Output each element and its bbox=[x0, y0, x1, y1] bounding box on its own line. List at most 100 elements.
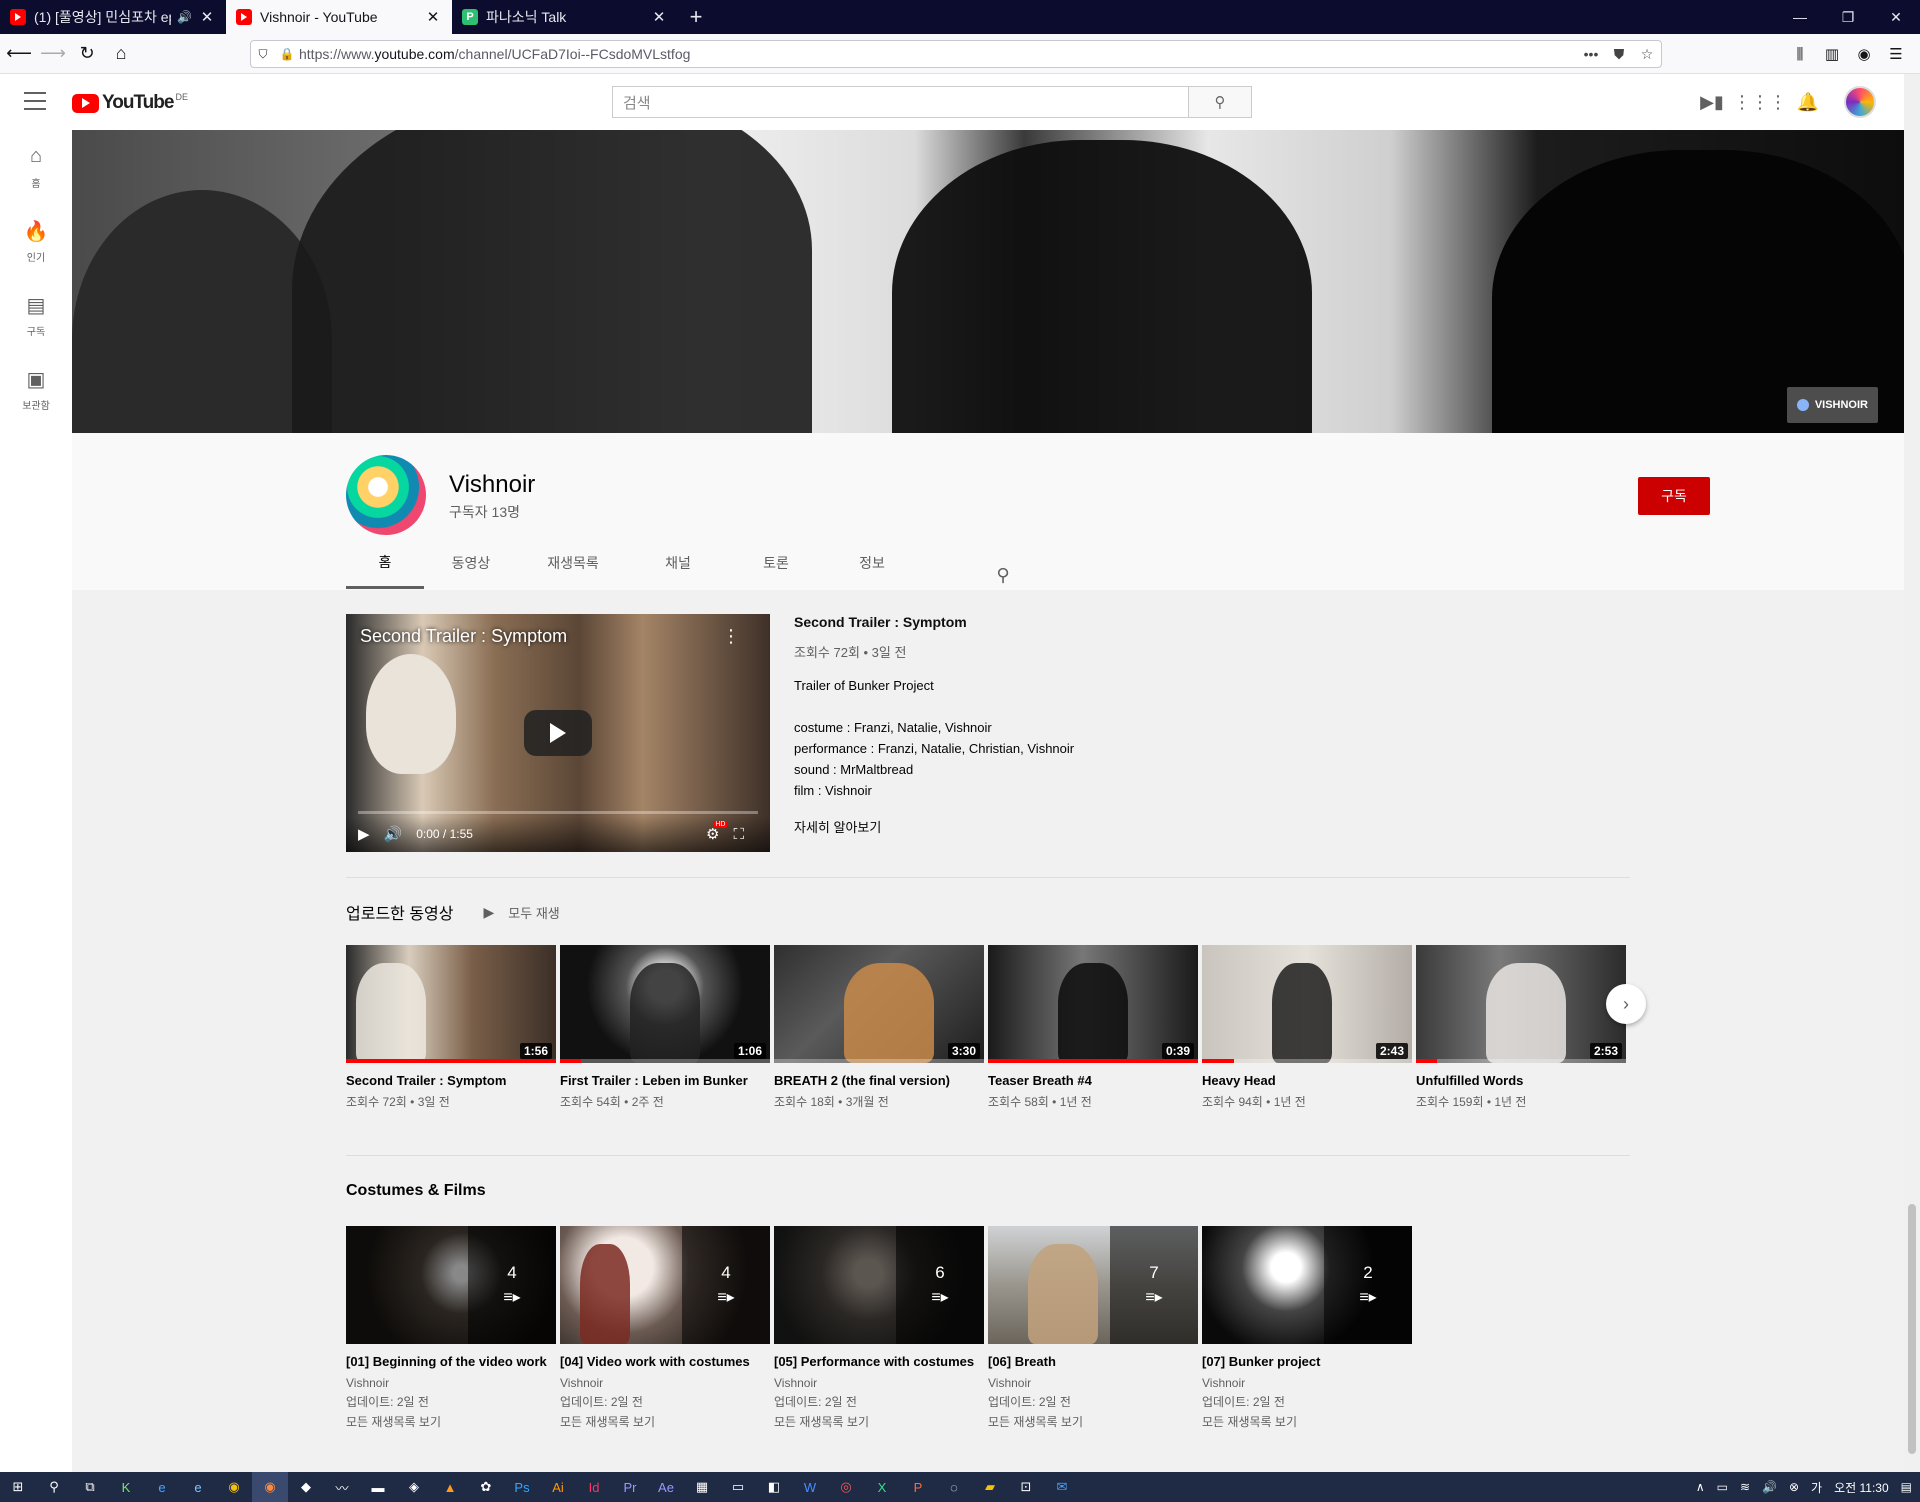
task-view-icon[interactable]: ⧉ bbox=[72, 1472, 108, 1502]
folder-icon[interactable]: ▬ bbox=[360, 1472, 396, 1502]
video-title[interactable]: Heavy Head bbox=[1202, 1073, 1412, 1089]
playlist-title[interactable]: [04] Video work with costumes bbox=[560, 1354, 770, 1370]
start-windows-icon[interactable]: ⊞ bbox=[0, 1472, 36, 1502]
back-icon[interactable]: ⟵ bbox=[4, 39, 34, 69]
notifications-icon[interactable]: ▤ bbox=[1901, 1480, 1912, 1494]
create-video-icon[interactable]: ▶︎▮ bbox=[1688, 86, 1736, 118]
app-icon[interactable]: 〰 bbox=[324, 1472, 360, 1502]
ie-icon[interactable]: e bbox=[180, 1472, 216, 1502]
word-icon[interactable]: W bbox=[792, 1472, 828, 1502]
video-card[interactable]: 1:56 Second Trailer : Symptom 조회수 72회 • … bbox=[346, 945, 556, 1110]
browser-tab-3[interactable]: P 파나소닉 Talk ✕ bbox=[452, 0, 678, 34]
playlist-thumbnail[interactable]: 6 ≡▸ bbox=[774, 1226, 984, 1344]
apps-icon[interactable]: ⋮⋮⋮ bbox=[1733, 86, 1787, 118]
calculator-icon[interactable]: ▦ bbox=[684, 1472, 720, 1502]
shelf-title-text[interactable]: Costumes & Films bbox=[346, 1182, 486, 1200]
chrome-icon[interactable]: ◉ bbox=[216, 1472, 252, 1502]
video-title[interactable]: Second Trailer : Symptom bbox=[346, 1073, 556, 1089]
clock[interactable]: 오전 11:30 bbox=[1834, 1479, 1889, 1496]
player-progress-bar[interactable] bbox=[358, 811, 758, 814]
settings-gear-icon[interactable]: ⚙ HD bbox=[706, 821, 728, 843]
file-explorer-icon[interactable]: ▰ bbox=[972, 1472, 1008, 1502]
video-title[interactable]: BREATH 2 (the final version) bbox=[774, 1073, 984, 1089]
app-icon[interactable]: ◆ bbox=[288, 1472, 324, 1502]
restore-icon[interactable]: ❐ bbox=[1824, 0, 1872, 34]
big-play-button[interactable] bbox=[524, 710, 592, 756]
guide-item-home[interactable]: ⌂ 홈 bbox=[0, 130, 72, 204]
guide-item-subscriptions[interactable]: ▤ 구독 bbox=[0, 278, 72, 352]
close-tab-icon[interactable]: ✕ bbox=[198, 8, 216, 26]
playlist-channel[interactable]: Vishnoir bbox=[988, 1376, 1198, 1390]
tab-home[interactable]: 홈 bbox=[346, 537, 424, 589]
video-thumbnail[interactable]: 2:43 bbox=[1202, 945, 1412, 1063]
view-full-playlist-link[interactable]: 모든 재생목록 보기 bbox=[560, 1413, 770, 1430]
playlist-card[interactable]: 4 ≡▸ [04] Video work with costumes Vishn… bbox=[560, 1226, 770, 1430]
library-icon[interactable]: ⫼ bbox=[1784, 40, 1816, 68]
minimize-icon[interactable]: — bbox=[1776, 0, 1824, 34]
playlist-channel[interactable]: Vishnoir bbox=[1202, 1376, 1412, 1390]
video-card[interactable]: 2:43 Heavy Head 조회수 94회 • 1년 전 bbox=[1202, 945, 1412, 1110]
app-tray-icon[interactable]: ⊗ bbox=[1789, 1480, 1799, 1494]
shelf-title-text[interactable]: 업로드한 동영상 bbox=[346, 900, 454, 924]
chevron-up-icon[interactable]: ∧ bbox=[1696, 1480, 1705, 1494]
channel-avatar[interactable] bbox=[346, 455, 426, 535]
play-all-button[interactable]: ▶ 모두 재생 bbox=[484, 903, 560, 922]
fullscreen-icon[interactable]: ⛶ bbox=[733, 826, 744, 843]
page-scrollbar[interactable] bbox=[1904, 74, 1920, 1472]
forward-icon[interactable]: ⟶ bbox=[38, 39, 68, 69]
video-title[interactable]: Teaser Breath #4 bbox=[988, 1073, 1198, 1089]
playlist-title[interactable]: [05] Performance with costumes bbox=[774, 1354, 984, 1370]
close-tab-icon[interactable]: ✕ bbox=[650, 8, 668, 26]
lock-icon[interactable]: 🔒 bbox=[275, 47, 299, 61]
read-more-link[interactable]: 자세히 알아보기 bbox=[794, 817, 1394, 836]
video-thumbnail[interactable]: 1:56 bbox=[346, 945, 556, 1063]
app-icon[interactable]: ▭ bbox=[720, 1472, 756, 1502]
video-title[interactable]: Unfulfilled Words bbox=[1416, 1073, 1626, 1089]
bookmark-star-icon[interactable]: ☆ bbox=[1633, 46, 1661, 63]
tab-videos[interactable]: 동영상 bbox=[424, 537, 518, 589]
url-bar[interactable]: ⛉ 🔒 https://www.youtube.com/channel/UCFa… bbox=[250, 40, 1662, 68]
video-thumbnail[interactable]: 1:06 bbox=[560, 945, 770, 1063]
video-thumbnail[interactable]: 3:30 bbox=[774, 945, 984, 1063]
banner-link[interactable]: VISHNOIR bbox=[1786, 387, 1878, 423]
sidebar-icon[interactable]: ▥ bbox=[1816, 40, 1848, 68]
guide-item-trending[interactable]: 🔥 인기 bbox=[0, 204, 72, 278]
view-full-playlist-link[interactable]: 모든 재생목록 보기 bbox=[346, 1413, 556, 1430]
playlist-channel[interactable]: Vishnoir bbox=[346, 1376, 556, 1390]
avatar[interactable] bbox=[1844, 86, 1876, 118]
speaker-icon[interactable]: 🔊 bbox=[177, 10, 192, 24]
playlist-card[interactable]: 7 ≡▸ [06] Breath Vishnoir 업데이트: 2일 전 모든 … bbox=[988, 1226, 1198, 1430]
menu-icon[interactable]: ☰ bbox=[1880, 40, 1912, 68]
playlist-title[interactable]: [01] Beginning of the video work bbox=[346, 1354, 556, 1370]
playlist-thumbnail[interactable]: 4 ≡▸ bbox=[560, 1226, 770, 1344]
scrollbar-thumb[interactable] bbox=[1908, 1204, 1916, 1454]
playlist-title[interactable]: [07] Bunker project bbox=[1202, 1354, 1412, 1370]
edge-icon[interactable]: e bbox=[144, 1472, 180, 1502]
playlist-card[interactable]: 6 ≡▸ [05] Performance with costumes Vish… bbox=[774, 1226, 984, 1430]
view-full-playlist-link[interactable]: 모든 재생목록 보기 bbox=[1202, 1413, 1412, 1430]
playlist-channel[interactable]: Vishnoir bbox=[774, 1376, 984, 1390]
playlist-card[interactable]: 2 ≡▸ [07] Bunker project Vishnoir 업데이트: … bbox=[1202, 1226, 1412, 1430]
close-tab-icon[interactable]: ✕ bbox=[424, 8, 442, 26]
notifications-bell-icon[interactable]: 🔔 bbox=[1784, 86, 1832, 118]
volume-icon[interactable]: 🔊 bbox=[384, 825, 403, 843]
vlc-icon[interactable]: ▲ bbox=[432, 1472, 468, 1502]
video-card[interactable]: 0:39 Teaser Breath #4 조회수 58회 • 1년 전 bbox=[988, 945, 1198, 1110]
tab-channels[interactable]: 채널 bbox=[628, 537, 728, 589]
reload-icon[interactable]: ↻ bbox=[72, 39, 102, 69]
close-window-icon[interactable]: ✕ bbox=[1872, 0, 1920, 34]
more-icon[interactable]: ••• bbox=[1577, 46, 1605, 62]
ime-icon[interactable]: 가 bbox=[1811, 1479, 1822, 1496]
volume-icon[interactable]: 🔊 bbox=[1762, 1480, 1777, 1494]
playlist-thumbnail[interactable]: 7 ≡▸ bbox=[988, 1226, 1198, 1344]
app-icon[interactable]: ◈ bbox=[396, 1472, 432, 1502]
play-icon[interactable]: ▶ bbox=[358, 825, 370, 843]
video-card[interactable]: 1:06 First Trailer : Leben im Bunker 조회수… bbox=[560, 945, 770, 1110]
firefox-icon[interactable]: ◉ bbox=[252, 1472, 288, 1502]
search-input[interactable]: 검색 bbox=[612, 86, 1188, 118]
mail-icon[interactable]: ✉ bbox=[1044, 1472, 1080, 1502]
featured-video-player[interactable]: Second Trailer : Symptom ⋮ ▶ 🔊 0:00 / 1:… bbox=[346, 614, 770, 852]
search-button[interactable]: ⚲ bbox=[1188, 86, 1252, 118]
playlist-thumbnail[interactable]: 2 ≡▸ bbox=[1202, 1226, 1412, 1344]
indesign-icon[interactable]: Id bbox=[576, 1472, 612, 1502]
